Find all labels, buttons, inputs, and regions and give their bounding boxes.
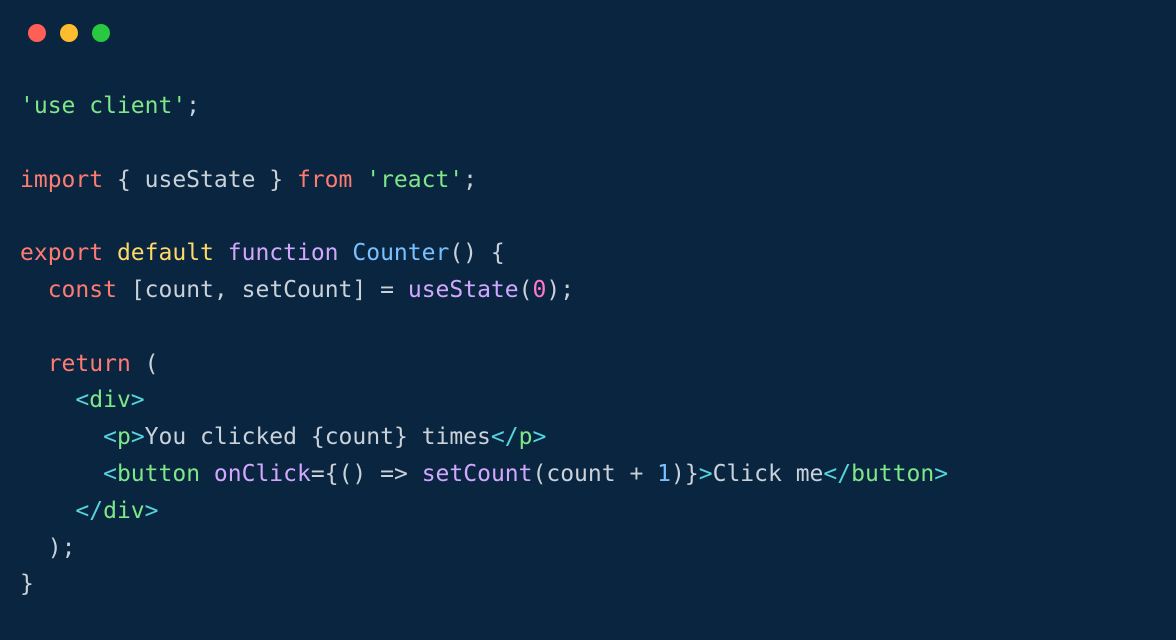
minimize-icon[interactable]	[60, 24, 78, 42]
paren: )	[671, 461, 685, 487]
brace: }	[20, 571, 34, 597]
paren: (	[339, 461, 353, 487]
brace: }	[685, 461, 699, 487]
jsx-tag: p	[117, 424, 131, 450]
identifier: count	[325, 424, 394, 450]
bracket: [	[131, 277, 145, 303]
paren: (	[532, 461, 546, 487]
traffic-lights	[28, 24, 110, 42]
jsx-bracket: >	[131, 387, 145, 413]
identifier: useState	[145, 167, 256, 193]
return-keyword: return	[48, 351, 131, 377]
brace: {	[491, 240, 505, 266]
semicolon: ;	[463, 167, 477, 193]
brace: {	[103, 167, 145, 193]
paren: (	[145, 351, 159, 377]
paren: (	[519, 277, 533, 303]
paren: )	[352, 461, 366, 487]
brace: {	[325, 461, 339, 487]
comma: ,	[214, 277, 242, 303]
paren: )	[546, 277, 560, 303]
jsx-bracket: >	[532, 424, 546, 450]
semicolon: ;	[62, 535, 76, 561]
jsx-bracket: <	[103, 424, 117, 450]
jsx-text: Click me	[713, 461, 824, 487]
string-literal: 'react'	[366, 167, 463, 193]
jsx-bracket: >	[934, 461, 948, 487]
semicolon: ;	[186, 93, 200, 119]
parens: ()	[449, 240, 477, 266]
brace: {	[311, 424, 325, 450]
identifier: count	[546, 461, 615, 487]
equals: =	[311, 461, 325, 487]
jsx-text: You clicked	[145, 424, 311, 450]
maximize-icon[interactable]	[92, 24, 110, 42]
jsx-bracket: >	[699, 461, 713, 487]
jsx-bracket: <	[75, 387, 89, 413]
jsx-attribute: onClick	[214, 461, 311, 487]
brace: }	[255, 167, 297, 193]
paren: )	[48, 535, 62, 561]
bracket: ]	[352, 277, 366, 303]
const-keyword: const	[48, 277, 117, 303]
number-literal: 1	[657, 461, 671, 487]
function-call: setCount	[422, 461, 533, 487]
jsx-text: times	[408, 424, 491, 450]
code-window: 'use client'; import { useState } from '…	[0, 0, 1176, 640]
brace: }	[394, 424, 408, 450]
import-keyword: import	[20, 167, 103, 193]
jsx-bracket: </	[491, 424, 519, 450]
jsx-bracket: <	[103, 461, 117, 487]
jsx-tag: div	[89, 387, 131, 413]
default-keyword: default	[117, 240, 214, 266]
jsx-tag: button	[851, 461, 934, 487]
function-name: Counter	[352, 240, 449, 266]
jsx-tag: button	[117, 461, 200, 487]
code-editor[interactable]: 'use client'; import { useState } from '…	[20, 88, 1156, 603]
jsx-tag: p	[519, 424, 533, 450]
number-literal: 0	[532, 277, 546, 303]
arrow: =>	[380, 461, 408, 487]
equals: =	[380, 277, 394, 303]
function-keyword: function	[228, 240, 339, 266]
export-keyword: export	[20, 240, 103, 266]
jsx-bracket: </	[823, 461, 851, 487]
jsx-bracket: >	[145, 498, 159, 524]
identifier: count	[145, 277, 214, 303]
jsx-tag: div	[103, 498, 145, 524]
operator: +	[629, 461, 643, 487]
identifier: setCount	[242, 277, 353, 303]
function-call: useState	[408, 277, 519, 303]
semicolon: ;	[560, 277, 574, 303]
string-literal: 'use client'	[20, 93, 186, 119]
close-icon[interactable]	[28, 24, 46, 42]
from-keyword: from	[297, 167, 352, 193]
jsx-bracket: >	[131, 424, 145, 450]
jsx-bracket: </	[75, 498, 103, 524]
